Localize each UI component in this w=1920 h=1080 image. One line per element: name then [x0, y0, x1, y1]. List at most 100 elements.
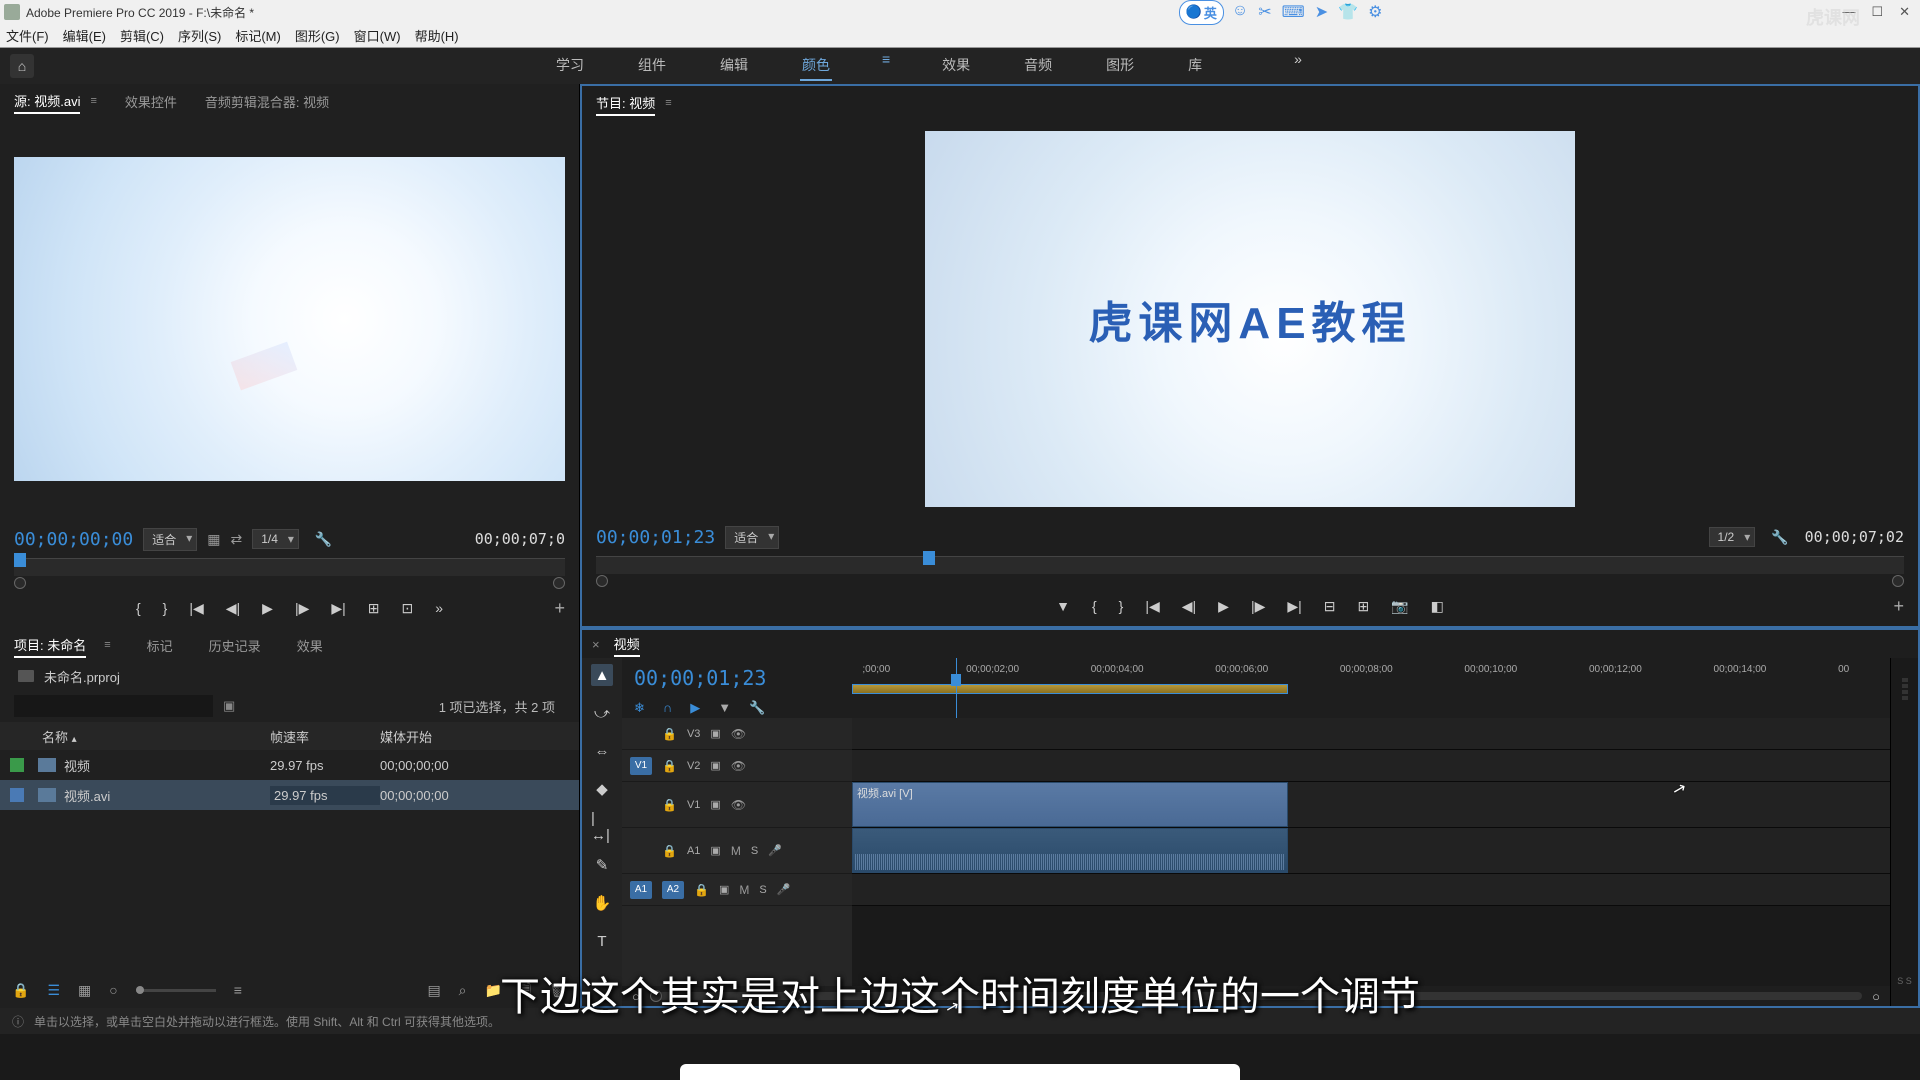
mark-in-icon[interactable]: { [136, 600, 141, 616]
play-icon[interactable]: ▶ [1218, 598, 1229, 615]
add-marker-icon[interactable]: ▼ [718, 700, 731, 716]
selection-tool-icon[interactable]: ▲ [591, 664, 613, 686]
smile-icon[interactable]: ☺ [1232, 2, 1248, 22]
col-fps[interactable]: 帧速率 [270, 727, 380, 746]
ws-learn[interactable]: 学习 [554, 51, 586, 81]
compare-icon[interactable]: ◧ [1431, 598, 1444, 615]
menu-edit[interactable]: 编辑(E) [63, 26, 106, 45]
ripple-tool-icon[interactable]: ⇔ [591, 740, 613, 762]
zoom-in-icon[interactable]: ○ [1872, 989, 1880, 1004]
zoom-slider[interactable] [136, 989, 216, 992]
menu-file[interactable]: 文件(F) [6, 26, 49, 45]
track-v3[interactable]: 🔒V3▣👁 [622, 718, 852, 750]
ws-assembly[interactable]: 组件 [636, 51, 668, 81]
ws-menu-icon[interactable]: ≡ [882, 51, 890, 81]
timeline-tab-menu-icon[interactable]: ≡ [632, 638, 638, 650]
project-row[interactable]: 视频 29.97 fps 00;00;00;00 [0, 750, 579, 780]
project-row[interactable]: 视频.avi 29.97 fps 00;00;00;00 [0, 780, 579, 810]
source-tab-menu-icon[interactable]: ≡ [90, 95, 96, 107]
source-fit-select[interactable]: 适合 [143, 528, 197, 551]
col-start[interactable]: 媒体开始 [380, 727, 432, 746]
audio-clip[interactable] [852, 828, 1288, 873]
source-res-select[interactable]: 1/4 [252, 529, 299, 549]
camera-icon[interactable]: 📷 [1391, 598, 1408, 615]
add-button-icon[interactable]: + [554, 598, 565, 619]
scissors-icon[interactable]: ✂ [1258, 2, 1271, 22]
goto-in-icon[interactable]: |◀ [1145, 598, 1159, 615]
add-marker-icon[interactable]: ▼ [1056, 598, 1070, 614]
mark-out-icon[interactable]: } [163, 600, 168, 616]
find-icon[interactable]: ⌕ [459, 982, 467, 999]
source-timecode[interactable]: 00;00;00;00 [14, 529, 133, 550]
list-view-icon[interactable]: ☰ [47, 982, 60, 999]
track-a1[interactable]: 🔒A1▣MS🎤 [622, 828, 852, 874]
razor-tool-icon[interactable]: ◆ [591, 778, 613, 800]
filter-icon[interactable]: ▣ [223, 698, 235, 714]
step-fwd-icon[interactable]: |▶ [1251, 598, 1265, 615]
close-tab-icon[interactable]: × [592, 637, 600, 652]
home-button[interactable]: ⌂ [10, 54, 34, 78]
linked-sel-icon[interactable]: ∩ [663, 700, 672, 716]
safe-margins-icon[interactable]: ▦ [207, 531, 220, 548]
menu-graphic[interactable]: 图形(G) [295, 26, 340, 45]
settings-icon[interactable]: 🔧 [749, 700, 765, 716]
ws-library[interactable]: 库 [1186, 51, 1204, 81]
col-name[interactable]: 名称 ▴ [10, 727, 270, 746]
gear-icon[interactable]: ⚙ [1368, 2, 1382, 22]
tab-marker[interactable]: 标记 [147, 634, 173, 657]
label-color[interactable] [10, 788, 24, 802]
shirt-icon[interactable]: 👕 [1338, 2, 1358, 22]
program-tab-menu-icon[interactable]: ≡ [665, 97, 671, 109]
work-area-bar[interactable] [852, 684, 1288, 694]
program-monitor[interactable]: 虎课网AE教程 [925, 131, 1575, 507]
track-select-tool-icon[interactable]: ⤻ [591, 702, 613, 724]
search-input[interactable] [14, 695, 213, 717]
menu-window[interactable]: 窗口(W) [354, 26, 401, 45]
ws-effects[interactable]: 效果 [940, 51, 972, 81]
track-lanes[interactable]: 视频.avi [V] [852, 718, 1890, 986]
tab-audio-mixer[interactable]: 音频剪辑混合器: 视频 [205, 90, 329, 113]
source-monitor[interactable] [14, 157, 565, 481]
program-fit-select[interactable]: 适合 [725, 526, 779, 549]
icon-view-icon[interactable]: ▦ [78, 982, 91, 999]
ws-graphics[interactable]: 图形 [1104, 51, 1136, 81]
program-timecode[interactable]: 00;00;01;23 [596, 527, 715, 548]
auto-sequence-icon[interactable]: ▤ [427, 982, 440, 999]
tab-source[interactable]: 源: 视频.avi [14, 89, 80, 114]
step-fwd-icon[interactable]: |▶ [295, 600, 309, 617]
freeform-icon[interactable]: ○ [109, 982, 117, 998]
menu-sequence[interactable]: 序列(S) [178, 26, 221, 45]
source-arrows-icon[interactable]: ⇄ [230, 531, 242, 548]
tab-effect-controls[interactable]: 效果控件 [125, 90, 177, 113]
export-frame-icon[interactable]: » [435, 600, 443, 616]
track-a2[interactable]: A1A2🔒▣MS🎤 [622, 874, 852, 906]
program-scrub[interactable] [596, 576, 1904, 584]
lift-icon[interactable]: ⊟ [1324, 598, 1336, 615]
marker-icon[interactable]: ▶ [690, 700, 700, 716]
ws-overflow-icon[interactable]: » [1294, 51, 1302, 81]
maximize-button[interactable]: ☐ [1871, 4, 1883, 20]
ws-color[interactable]: 颜色 [800, 51, 832, 81]
tab-project[interactable]: 项目: 未命名 [14, 633, 86, 658]
timeline-ruler[interactable]: ;00;00 00;00;02;00 00;00;04;00 00;00;06;… [852, 662, 1890, 684]
ws-audio[interactable]: 音频 [1022, 51, 1054, 81]
program-res-select[interactable]: 1/2 [1709, 527, 1756, 547]
timeline-timecode[interactable]: 00;00;01;23 [634, 666, 840, 690]
close-button[interactable]: ✕ [1899, 4, 1910, 20]
overwrite-icon[interactable]: ⊡ [401, 600, 413, 617]
source-scrub[interactable] [14, 578, 565, 586]
mark-in-icon[interactable]: { [1092, 598, 1097, 614]
add-button-icon[interactable]: + [1893, 596, 1904, 617]
sort-icon[interactable]: ≡ [234, 982, 242, 998]
slip-tool-icon[interactable]: |↔| [591, 816, 613, 838]
goto-out-icon[interactable]: ▶| [1287, 598, 1301, 615]
arrow-icon[interactable]: ➤ [1315, 2, 1328, 22]
program-settings-icon[interactable]: 🔧 [1771, 529, 1788, 546]
lock-icon[interactable]: 🔒 [12, 982, 29, 999]
menu-marker[interactable]: 标记(M) [235, 26, 281, 45]
snap-icon[interactable]: ❄ [634, 700, 645, 716]
play-icon[interactable]: ▶ [262, 600, 273, 617]
source-ruler[interactable] [14, 558, 565, 576]
tab-effects[interactable]: 效果 [297, 634, 323, 657]
label-color[interactable] [10, 758, 24, 772]
